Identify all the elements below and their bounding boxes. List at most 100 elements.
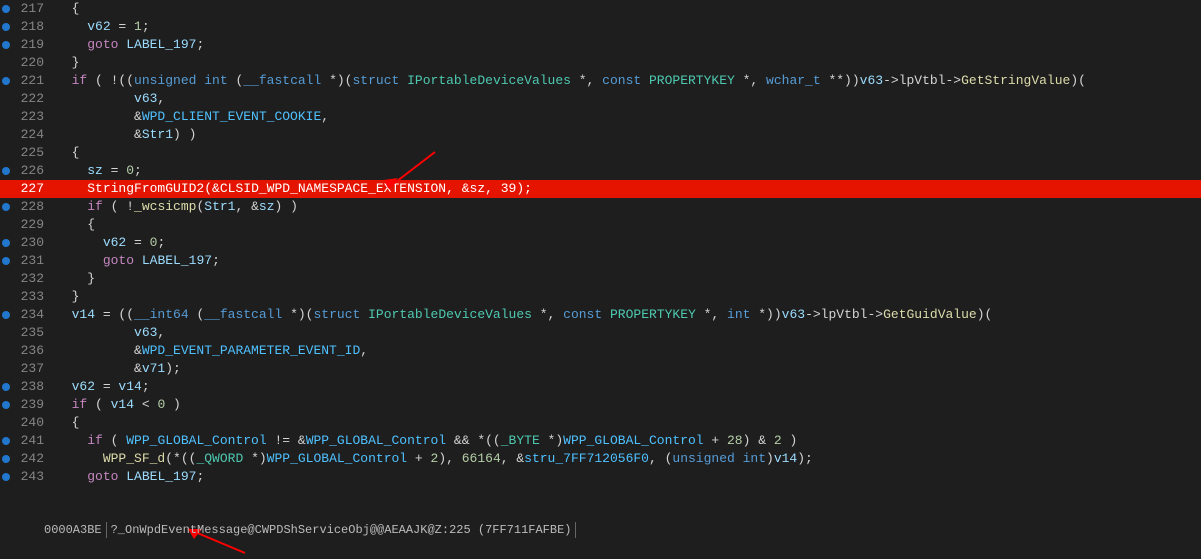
code-line[interactable]: 236 &WPD_EVENT_PARAMETER_EVENT_ID, xyxy=(0,342,1201,360)
breakpoint-gutter[interactable] xyxy=(0,41,12,49)
breakpoint-gutter[interactable] xyxy=(0,77,12,85)
code-line[interactable]: 227 StringFromGUID2(&CLSID_WPD_NAMESPACE… xyxy=(0,180,1201,198)
line-number: 220 xyxy=(12,54,52,72)
breakpoint-icon xyxy=(2,383,10,391)
breakpoint-gutter[interactable] xyxy=(0,239,12,247)
breakpoint-gutter[interactable] xyxy=(0,401,12,409)
code-line[interactable]: 224 &Str1) ) xyxy=(0,126,1201,144)
code-content[interactable]: v14 = ((__int64 (__fastcall *)(struct IP… xyxy=(52,306,1201,324)
breakpoint-active-icon xyxy=(2,185,10,193)
code-line[interactable]: 243 goto LABEL_197; xyxy=(0,468,1201,486)
line-number: 239 xyxy=(12,396,52,414)
code-content[interactable]: StringFromGUID2(&CLSID_WPD_NAMESPACE_EXT… xyxy=(52,180,1201,198)
code-line[interactable]: 239 if ( v14 < 0 ) xyxy=(0,396,1201,414)
code-line[interactable]: 222 v63, xyxy=(0,90,1201,108)
code-content[interactable]: WPP_SF_d(*((_QWORD *)WPP_GLOBAL_Control … xyxy=(52,450,1201,468)
line-number: 237 xyxy=(12,360,52,378)
code-content[interactable]: { xyxy=(52,144,1201,162)
breakpoint-gutter[interactable] xyxy=(0,455,12,463)
line-number: 221 xyxy=(12,72,52,90)
code-content[interactable]: goto LABEL_197; xyxy=(52,468,1201,486)
line-number: 230 xyxy=(12,234,52,252)
code-content[interactable]: { xyxy=(52,0,1201,18)
code-line[interactable]: 217 { xyxy=(0,0,1201,18)
code-content[interactable]: goto LABEL_197; xyxy=(52,252,1201,270)
code-content[interactable]: if ( WPP_GLOBAL_Control != &WPP_GLOBAL_C… xyxy=(52,432,1201,450)
breakpoint-icon xyxy=(2,455,10,463)
breakpoint-gutter[interactable] xyxy=(0,257,12,265)
line-number: 233 xyxy=(12,288,52,306)
line-number: 243 xyxy=(12,468,52,486)
line-number: 225 xyxy=(12,144,52,162)
line-number: 238 xyxy=(12,378,52,396)
breakpoint-gutter[interactable] xyxy=(0,203,12,211)
code-line[interactable]: 225 { xyxy=(0,144,1201,162)
code-line[interactable]: 238 v62 = v14; xyxy=(0,378,1201,396)
code-content[interactable]: goto LABEL_197; xyxy=(52,36,1201,54)
code-content[interactable]: v62 = 1; xyxy=(52,18,1201,36)
code-content[interactable]: &v71); xyxy=(52,360,1201,378)
code-content[interactable]: if ( v14 < 0 ) xyxy=(52,396,1201,414)
code-line[interactable]: 228 if ( !_wcsicmp(Str1, &sz) ) xyxy=(0,198,1201,216)
code-content[interactable]: v62 = 0; xyxy=(52,234,1201,252)
breakpoint-gutter[interactable] xyxy=(0,5,12,13)
code-line[interactable]: 242 WPP_SF_d(*((_QWORD *)WPP_GLOBAL_Cont… xyxy=(0,450,1201,468)
breakpoint-icon xyxy=(2,257,10,265)
breakpoint-icon xyxy=(2,5,10,13)
breakpoint-gutter[interactable] xyxy=(0,473,12,481)
line-number: 232 xyxy=(12,270,52,288)
code-line[interactable]: 231 goto LABEL_197; xyxy=(0,252,1201,270)
code-line[interactable]: 234 v14 = ((__int64 (__fastcall *)(struc… xyxy=(0,306,1201,324)
code-line[interactable]: 221 if ( !((unsigned int (__fastcall *)(… xyxy=(0,72,1201,90)
breakpoint-gutter[interactable] xyxy=(0,23,12,31)
line-number: 234 xyxy=(12,306,52,324)
code-line[interactable]: 229 { xyxy=(0,216,1201,234)
code-line[interactable]: 223 &WPD_CLIENT_EVENT_COOKIE, xyxy=(0,108,1201,126)
code-content[interactable]: if ( !_wcsicmp(Str1, &sz) ) xyxy=(52,198,1201,216)
breakpoint-gutter[interactable] xyxy=(0,311,12,319)
code-content[interactable]: if ( !((unsigned int (__fastcall *)(stru… xyxy=(52,72,1201,90)
code-line[interactable]: 233 } xyxy=(0,288,1201,306)
code-line[interactable]: 235 v63, xyxy=(0,324,1201,342)
line-number: 218 xyxy=(12,18,52,36)
code-content[interactable]: { xyxy=(52,216,1201,234)
code-content[interactable]: sz = 0; xyxy=(52,162,1201,180)
line-number: 236 xyxy=(12,342,52,360)
code-content[interactable]: &Str1) ) xyxy=(52,126,1201,144)
breakpoint-gutter[interactable] xyxy=(0,437,12,445)
code-line[interactable]: 230 v62 = 0; xyxy=(0,234,1201,252)
code-line[interactable]: 240 { xyxy=(0,414,1201,432)
line-number: 242 xyxy=(12,450,52,468)
code-content[interactable]: } xyxy=(52,288,1201,306)
code-content[interactable]: v63, xyxy=(52,324,1201,342)
code-content[interactable]: { xyxy=(52,414,1201,432)
code-editor[interactable]: 217 {218 v62 = 1;219 goto LABEL_197;220 … xyxy=(0,0,1201,520)
line-number: 223 xyxy=(12,108,52,126)
code-content[interactable]: } xyxy=(52,54,1201,72)
line-number: 217 xyxy=(12,0,52,18)
code-line[interactable]: 241 if ( WPP_GLOBAL_Control != &WPP_GLOB… xyxy=(0,432,1201,450)
breakpoint-icon xyxy=(2,41,10,49)
code-content[interactable]: v62 = v14; xyxy=(52,378,1201,396)
code-line[interactable]: 226 sz = 0; xyxy=(0,162,1201,180)
code-line[interactable]: 232 } xyxy=(0,270,1201,288)
status-location: ?_OnWpdEventMessage@CWPDShServiceObj@@AE… xyxy=(107,522,577,538)
code-content[interactable]: &WPD_CLIENT_EVENT_COOKIE, xyxy=(52,108,1201,126)
code-content[interactable]: } xyxy=(52,270,1201,288)
breakpoint-gutter[interactable] xyxy=(0,167,12,175)
code-content[interactable]: v63, xyxy=(52,90,1201,108)
code-line[interactable]: 220 } xyxy=(0,54,1201,72)
code-content[interactable]: &WPD_EVENT_PARAMETER_EVENT_ID, xyxy=(52,342,1201,360)
breakpoint-icon xyxy=(2,437,10,445)
code-line[interactable]: 218 v62 = 1; xyxy=(0,18,1201,36)
line-number: 235 xyxy=(12,324,52,342)
breakpoint-gutter[interactable] xyxy=(0,185,12,193)
status-edit-caret[interactable] xyxy=(576,523,586,537)
breakpoint-icon xyxy=(2,203,10,211)
line-number: 227 xyxy=(12,180,52,198)
code-line[interactable]: 219 goto LABEL_197; xyxy=(0,36,1201,54)
code-line[interactable]: 237 &v71); xyxy=(0,360,1201,378)
line-number: 219 xyxy=(12,36,52,54)
line-number: 229 xyxy=(12,216,52,234)
breakpoint-gutter[interactable] xyxy=(0,383,12,391)
